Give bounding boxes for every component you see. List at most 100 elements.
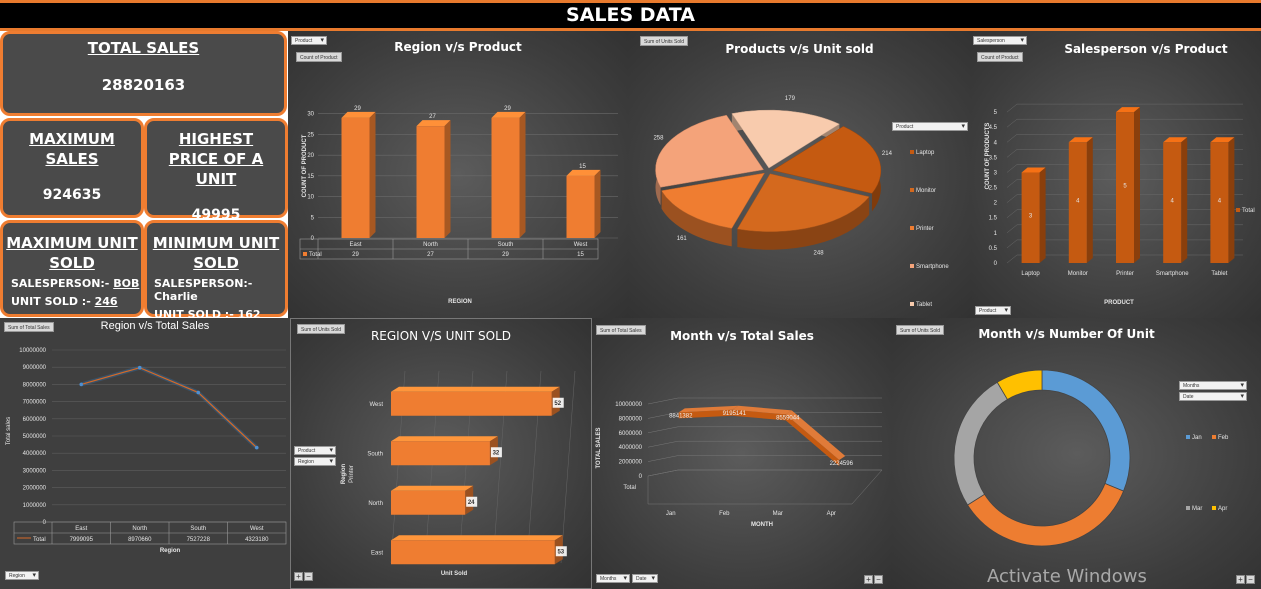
min-unit-card: MINIMUM UNIT SOLD SALESPERSON:-Charlie U… (144, 220, 288, 321)
category-label: Laptop (1021, 271, 1040, 277)
legend-label: Total (309, 252, 322, 258)
bar-side (1228, 137, 1235, 263)
y-tick-label: 4 (994, 140, 998, 146)
bar (391, 441, 490, 466)
gridline (647, 455, 679, 462)
bar-side (519, 111, 526, 238)
bar-side (1039, 167, 1046, 263)
max-sales-card: MAXIMUM SALES 924635 (0, 118, 144, 218)
category-label: Tablet (1211, 271, 1227, 277)
min-unit-label: MINIMUM UNIT SOLD (152, 234, 280, 272)
products-units-panel: Products v/s Unit sold Sum of Units Sold… (628, 31, 971, 318)
category-label: North (423, 242, 438, 248)
category-label: Apr (827, 511, 836, 517)
legend-label: Monitor (916, 188, 936, 194)
y-tick-label: 8000000 (619, 416, 643, 422)
month-units-panel: Month v/s Number Of Unit Sum of Units So… (892, 318, 1261, 589)
data-label: 258 (653, 135, 664, 141)
gridline (1006, 103, 1018, 113)
gridline (1006, 164, 1018, 173)
bar-side (594, 169, 601, 238)
gridline (1006, 209, 1018, 218)
table-value: 4323180 (245, 537, 269, 543)
y-tick-label: 5000000 (23, 434, 47, 440)
data-label: 52 (554, 401, 561, 407)
gridline (647, 426, 679, 434)
legend-label: Total (33, 537, 46, 543)
data-label: 2224596 (830, 461, 854, 467)
legend-key (1212, 435, 1216, 439)
y-tick-label: 6000000 (23, 417, 47, 423)
category-label: West (574, 242, 588, 248)
y-axis-title: COUNT OF PRODUCT (302, 134, 308, 197)
gridline (1006, 118, 1018, 128)
data-label: 161 (677, 236, 688, 242)
legend-label: Printer (916, 226, 934, 232)
ribbon-face (785, 414, 840, 466)
bar (491, 117, 520, 238)
category-label: South (190, 526, 206, 532)
legend-key (910, 264, 914, 268)
data-label: 8841382 (669, 413, 693, 419)
y-tick-label: 5 (311, 215, 315, 221)
gridline (1006, 224, 1018, 234)
data-label: 179 (785, 96, 796, 102)
y-tick-label: 7000000 (23, 400, 47, 406)
category-label: South (498, 242, 514, 248)
doughnut-segment (953, 381, 1008, 506)
bar (566, 175, 595, 238)
y-axis-title: TOTAL SALES (596, 427, 602, 468)
y-tick-label: 2 (994, 201, 998, 207)
legend-key (910, 302, 914, 306)
bar-top (391, 436, 498, 442)
y-tick-label: 10000000 (19, 348, 46, 354)
bar (341, 117, 370, 238)
y-tick-label: 10 (307, 195, 314, 201)
bar-top (416, 120, 451, 127)
category-label: Feb (719, 511, 730, 517)
table-value: 29 (352, 252, 359, 258)
total-sales-label: TOTAL SALES (87, 39, 200, 57)
gridline (1006, 194, 1018, 203)
data-label: 24 (468, 500, 475, 506)
data-label: 15 (579, 164, 586, 170)
data-label: 32 (493, 450, 500, 456)
bar-top (341, 111, 376, 118)
x-axis-title: REGION (448, 299, 472, 305)
month-units-chart: Jan Feb Mar Apr (953, 369, 1229, 547)
region-total-sales-panel: Region v/s Total Sales Sum of Total Sale… (0, 318, 290, 589)
data-label: 248 (814, 251, 825, 257)
y-tick-label: 8000000 (23, 382, 47, 388)
gridline (1006, 134, 1018, 143)
y-tick-label: 2000000 (23, 486, 47, 492)
category-label: East (371, 550, 383, 556)
category-label: Mar (773, 511, 783, 517)
y-tick-label: 3000000 (23, 468, 47, 474)
category-label: East (75, 526, 87, 532)
bar-side (1086, 137, 1093, 263)
category-label: North (368, 501, 383, 507)
series-label: Total (623, 485, 636, 491)
bar-top (391, 535, 563, 541)
legend-label: Jan (1192, 435, 1202, 441)
data-label: 53 (557, 549, 564, 555)
dashboard-title: SALES DATA (566, 4, 695, 26)
max-unit-units-value: 246 (94, 295, 118, 308)
region-product-chart: 051015202530COUNT OF PRODUCT29272915East… (299, 106, 618, 305)
data-label: 8559044 (776, 415, 800, 421)
category-label: North (132, 526, 147, 532)
gridline (1006, 179, 1018, 188)
bar-side (1181, 137, 1188, 263)
x-axis-title: PRODUCT (1104, 300, 1134, 306)
region-product-panel: Region v/s Product Product Count of Prod… (288, 31, 628, 318)
y-tick-label: 4000000 (23, 451, 47, 457)
category-label: West (369, 402, 383, 408)
y-axis-title: Region (341, 464, 347, 485)
category-label: West (250, 526, 264, 532)
floor (647, 469, 883, 505)
y-tick-label: 3 (994, 170, 998, 176)
x-axis-title: MONTH (751, 522, 773, 528)
y-tick-label: 6000000 (619, 431, 643, 437)
legend-key (1236, 208, 1240, 212)
data-point (79, 382, 84, 387)
